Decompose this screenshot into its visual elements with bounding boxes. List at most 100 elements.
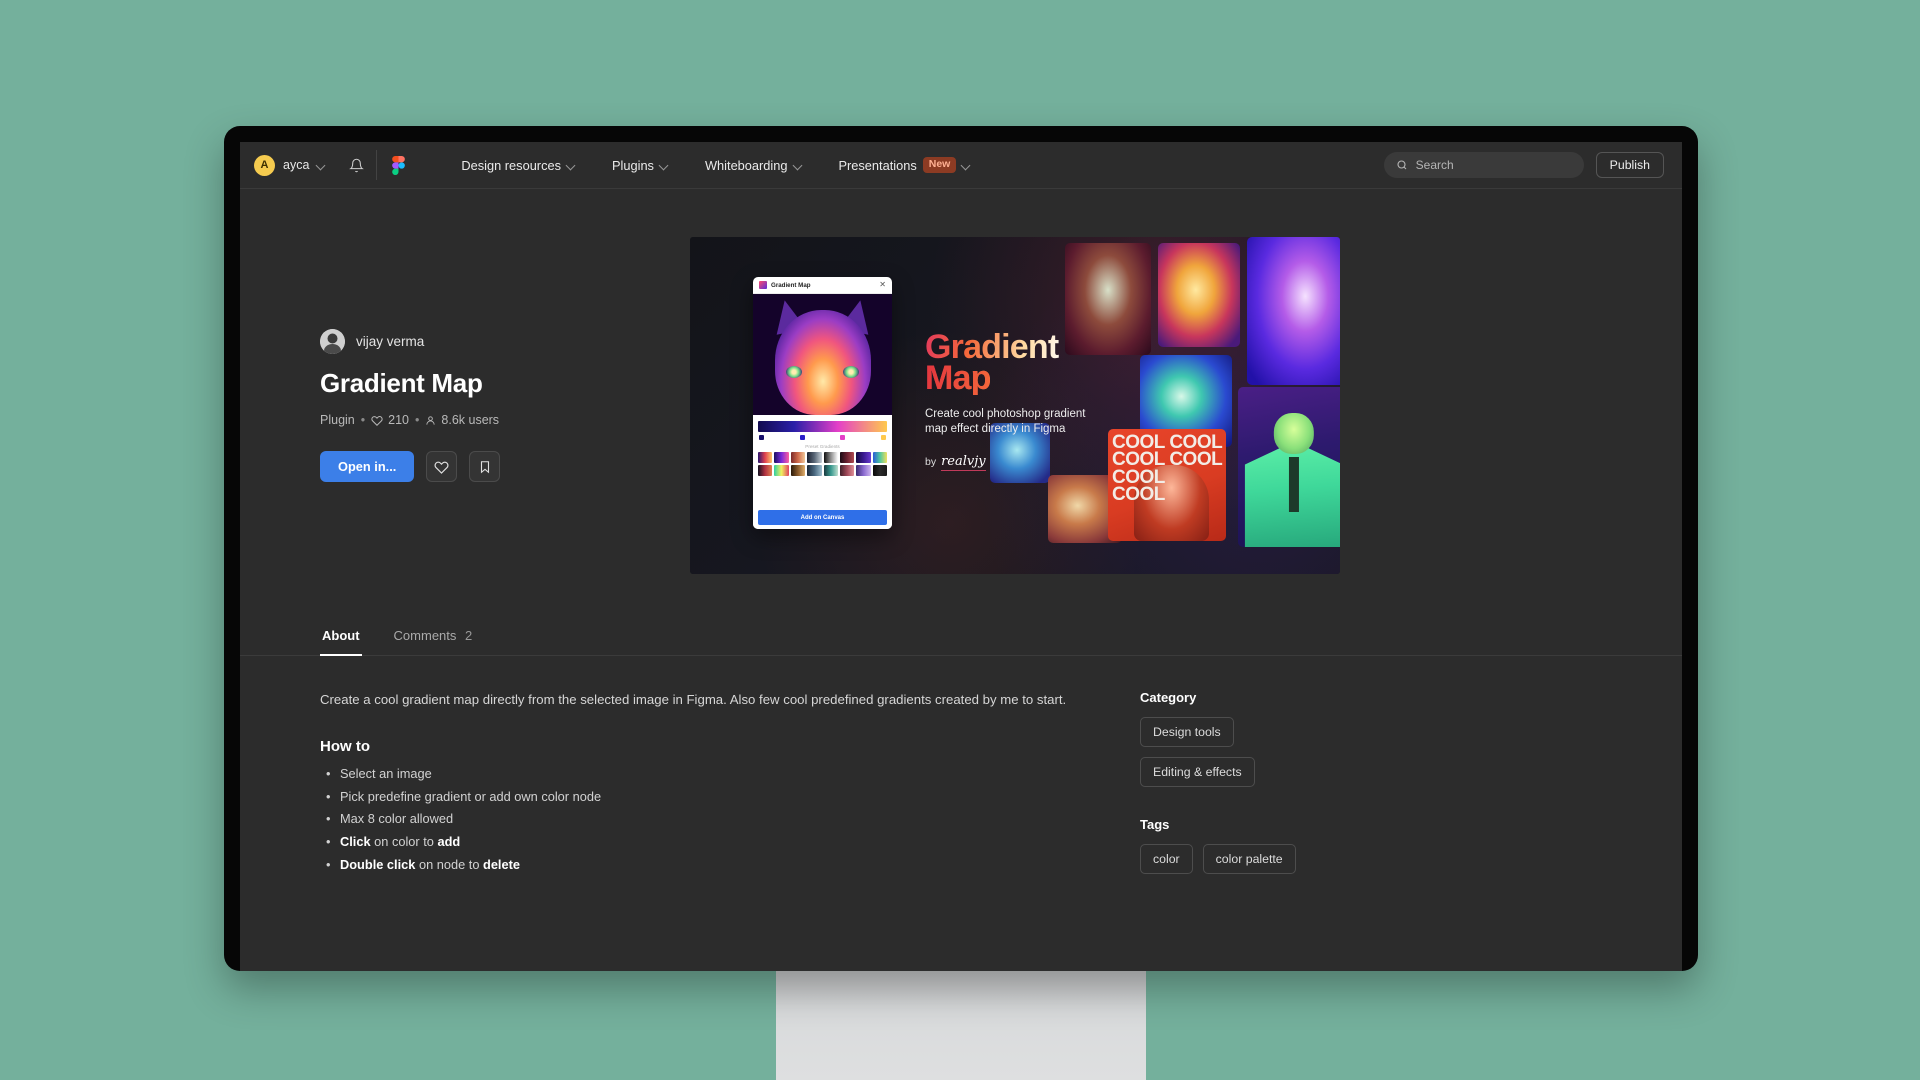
search-icon: [1397, 160, 1407, 170]
tags-list: color color palette: [1140, 844, 1390, 874]
preset-chip: [872, 465, 887, 476]
about-content: Create a cool gradient map directly from…: [240, 656, 1682, 878]
preset-chip: [774, 452, 789, 463]
cool-text: COOL COOL COOL COOL COOL COOL: [1112, 432, 1222, 506]
tie-shape: [1288, 457, 1300, 512]
navbar-left: A ayca: [240, 142, 413, 188]
gradient-stop: [840, 435, 846, 440]
tab-count: 2: [465, 628, 473, 643]
meta-likes: 210: [371, 413, 409, 427]
category-list: Design tools Editing & effects: [1140, 717, 1390, 787]
category-pill-editing-effects[interactable]: Editing & effects: [1140, 757, 1255, 787]
plugin-meta: Plugin • 210 • 8.6k users: [320, 413, 650, 427]
list-item: Select an image: [320, 764, 1080, 784]
about-sidebar: Category Design tools Editing & effects …: [1140, 690, 1390, 878]
preset-chip: [758, 452, 773, 463]
tag-pill-color-palette[interactable]: color palette: [1202, 844, 1296, 874]
gradient-stop: [799, 435, 805, 440]
chevron-down-icon: [794, 161, 803, 170]
plugin-description: Create a cool gradient map directly from…: [320, 692, 1067, 707]
author-row[interactable]: vijay verma: [320, 329, 650, 354]
chevron-down-icon: [317, 161, 326, 170]
nav-label: Plugins: [611, 157, 654, 173]
category-heading: Category: [1140, 690, 1197, 705]
nav-item-plugins[interactable]: Plugins: [594, 142, 687, 188]
preset-chip: [823, 452, 838, 463]
tab-label: About: [322, 628, 360, 643]
hero-info: vijay verma Gradient Map Plugin • 210 •: [320, 237, 650, 574]
publish-button[interactable]: Publish: [1595, 152, 1664, 178]
monitor-scene: A ayca Design resources Plugins Whiteboa…: [0, 0, 1920, 1080]
chevron-down-icon: [567, 161, 576, 170]
preset-chip: [758, 465, 773, 476]
user-name: ayca: [283, 158, 310, 172]
preset-grid-row-2: [758, 465, 887, 476]
plugin-icon: [759, 281, 767, 289]
cover-tile-portrait-warm: [1158, 243, 1240, 347]
preset-chip: [872, 452, 887, 463]
bell-icon[interactable]: [342, 151, 370, 179]
preset-chip: [790, 452, 806, 463]
avatar: A: [254, 154, 275, 176]
tabs-bar: About Comments 2: [240, 618, 1682, 656]
search-input[interactable]: Search: [1383, 152, 1584, 178]
like-button[interactable]: [426, 451, 458, 482]
preset-grid-row-1: [758, 452, 887, 463]
user-menu[interactable]: A ayca: [240, 142, 340, 188]
navbar-right: Search Publish: [1383, 152, 1664, 178]
nav-label: Whiteboarding: [704, 157, 788, 173]
heart-icon: [434, 461, 449, 474]
gradient-stop: [880, 435, 886, 440]
cover-headline-line2: Map: [925, 361, 1125, 395]
nav-item-whiteboarding[interactable]: Whiteboarding: [687, 142, 821, 188]
preset-chip: [790, 465, 806, 476]
preset-chip: [856, 465, 871, 476]
cover-tile-cool: COOL COOL COOL COOL COOL COOL: [1108, 429, 1226, 541]
new-badge: New: [922, 157, 957, 173]
by-author: realvjy: [941, 453, 986, 471]
search-placeholder: Search: [1415, 158, 1454, 172]
head-shape: [1273, 412, 1315, 455]
cover-typography: Gradient Map Create cool photoshop gradi…: [925, 332, 1125, 471]
cover-image[interactable]: COOL COOL COOL COOL COOL COOL Gradient M…: [690, 237, 1340, 574]
tab-comments[interactable]: Comments 2: [392, 618, 475, 655]
cat-eye-left: [786, 366, 802, 378]
plugin-window-mockup: Gradient Map ✕ Preset Gradients Add on C…: [753, 277, 892, 529]
tags-heading: Tags: [1140, 817, 1170, 832]
heart-icon: [371, 416, 383, 426]
navbar-divider: [376, 150, 378, 180]
howto-heading: How to: [320, 737, 370, 755]
preset-chip: [839, 452, 855, 463]
open-in-button[interactable]: Open in...: [320, 451, 415, 482]
figma-logo[interactable]: [383, 150, 413, 180]
preset-gradients-label: Preset Gradients: [805, 444, 840, 449]
meta-separator: •: [360, 413, 366, 427]
category-pill-design-tools[interactable]: Design tools: [1140, 717, 1234, 747]
tabs: About Comments 2: [320, 618, 1602, 656]
nav-label: Design resources: [461, 157, 561, 173]
nav-label: Presentations: [838, 157, 917, 173]
tag-pill-color[interactable]: color: [1140, 844, 1193, 874]
tab-about[interactable]: About: [320, 618, 362, 656]
preset-chip: [856, 452, 871, 463]
list-item: Max 8 color allowed: [320, 809, 1080, 829]
save-button[interactable]: [469, 451, 501, 482]
action-row: Open in...: [320, 451, 650, 482]
add-on-canvas-button: Add on Canvas: [758, 510, 887, 525]
nav-item-presentations[interactable]: Presentations New: [821, 142, 990, 188]
meta-users: 8.6k users: [425, 413, 499, 427]
author-name: vijay verma: [356, 334, 425, 349]
top-navbar: A ayca Design resources Plugins Whiteboa…: [240, 142, 1682, 189]
list-item: Click on color to add: [320, 832, 1080, 852]
cat-eye-right: [843, 366, 859, 378]
chevron-down-icon: [962, 161, 971, 170]
meta-type: Plugin: [320, 413, 355, 427]
chevron-down-icon: [660, 161, 669, 170]
person-icon: [426, 415, 436, 425]
likes-count: 210: [388, 413, 409, 427]
nav-item-design-resources[interactable]: Design resources: [443, 142, 594, 188]
cover-headline: Gradient Map: [925, 332, 1125, 395]
plugin-window-title: Gradient Map: [771, 281, 811, 289]
gradient-stop: [759, 435, 764, 440]
hero-section: vijay verma Gradient Map Plugin • 210 •: [240, 189, 1682, 574]
